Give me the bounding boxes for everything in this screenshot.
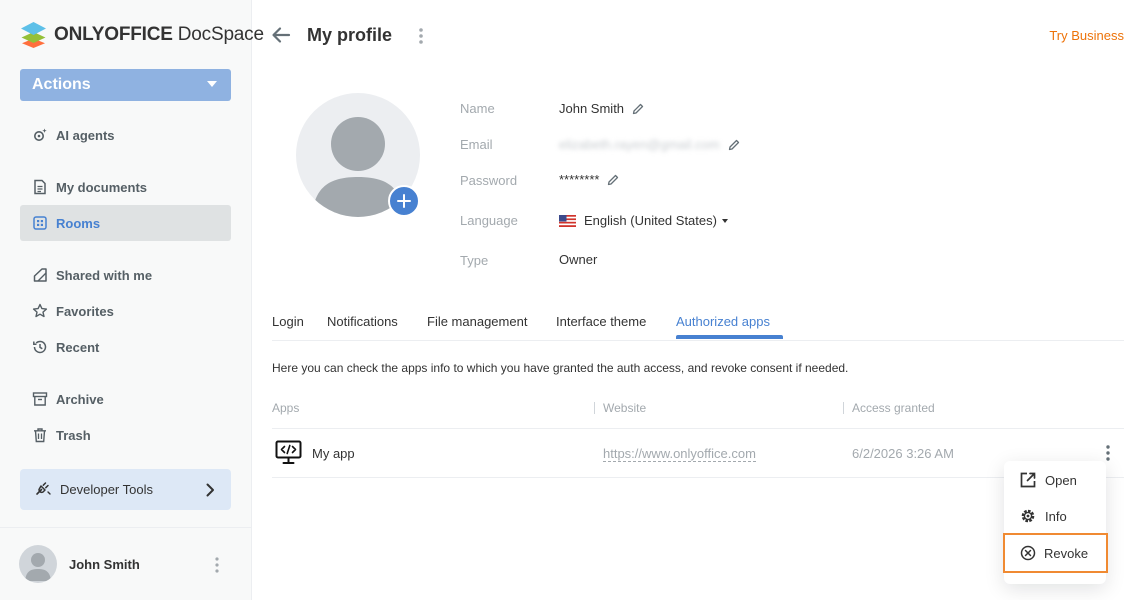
sidebar-item-ai-agents[interactable]: AI agents — [20, 117, 231, 153]
type-value: Owner — [559, 252, 598, 267]
user-menu-dots-icon[interactable] — [215, 557, 219, 576]
sidebar-item-label: AI agents — [56, 127, 115, 143]
rooms-icon — [31, 214, 49, 232]
sidebar-item-label: Rooms — [56, 215, 101, 231]
app-access-granted-date: 6/2/2026 3:26 AM — [852, 446, 954, 461]
revoke-circle-x-icon — [1020, 545, 1036, 561]
edit-name-pencil-icon[interactable] — [632, 103, 644, 115]
developer-tools-icon — [34, 479, 52, 500]
active-tab-indicator — [676, 335, 783, 339]
page-title: My profile — [307, 25, 393, 45]
profile-tabs: Login Notifications File management Inte… — [272, 302, 1124, 341]
type-label: Type — [460, 253, 489, 268]
app-code-monitor-icon — [275, 440, 302, 468]
sidebar-item-recent[interactable]: Recent — [20, 329, 231, 365]
email-field: elizabeth.rayen@gmail.com — [559, 137, 740, 152]
profile-menu-dots-icon[interactable] — [418, 27, 424, 48]
app-logo[interactable]: ONLYOFFICE DocSpace — [20, 22, 264, 48]
name-value: John Smith — [559, 101, 625, 116]
column-divider[interactable] — [594, 402, 595, 414]
ai-agents-icon — [31, 126, 49, 144]
sidebar: ONLYOFFICE DocSpace Actions AI agents My… — [0, 0, 264, 600]
sidebar-item-favorites[interactable]: Favorites — [20, 293, 231, 329]
menu-item-label: Revoke — [1044, 545, 1089, 561]
sidebar-item-label: Shared with me — [56, 267, 153, 283]
sidebar-item-label: Trash — [56, 427, 91, 443]
name-label: Name — [460, 101, 495, 116]
trash-icon — [31, 426, 49, 444]
edit-password-pencil-icon[interactable] — [607, 174, 619, 186]
archive-icon — [31, 390, 49, 408]
app-context-menu: Open Info Revoke — [1003, 461, 1108, 584]
sidebar-item-label: Favorites — [56, 303, 114, 319]
current-user-name: John Smith — [69, 556, 140, 572]
developer-tools-button[interactable]: Developer Tools — [20, 469, 231, 510]
sidebar-item-rooms[interactable]: Rooms — [20, 205, 231, 241]
email-label: Email — [460, 137, 493, 152]
back-arrow-icon[interactable] — [271, 26, 291, 47]
actions-button[interactable]: Actions — [20, 69, 231, 101]
menu-item-label: Info — [1045, 508, 1067, 524]
column-header-apps: Apps — [272, 401, 300, 415]
edit-email-pencil-icon[interactable] — [728, 139, 740, 151]
current-user-panel: John Smith — [0, 527, 251, 600]
password-label: Password — [460, 173, 518, 188]
developer-tools-label: Developer Tools — [60, 482, 153, 497]
document-icon — [31, 178, 49, 196]
tab-notifications[interactable]: Notifications — [327, 314, 398, 329]
name-field: John Smith — [559, 101, 644, 116]
tab-authorized-apps[interactable]: Authorized apps — [676, 314, 770, 329]
language-value: English (United States) — [584, 213, 717, 228]
menu-item-label: Open — [1045, 472, 1077, 488]
language-label: Language — [460, 213, 518, 228]
actions-button-label: Actions — [32, 76, 91, 93]
sidebar-item-label: Recent — [56, 339, 100, 355]
sidebar-item-shared-with-me[interactable]: Shared with me — [20, 257, 231, 293]
menu-item-info[interactable]: Info — [1004, 498, 1106, 534]
sidebar-item-label: Archive — [56, 391, 104, 407]
change-avatar-button[interactable] — [388, 185, 420, 217]
sidebar-item-archive[interactable]: Archive — [20, 381, 231, 417]
sidebar-item-label: My documents — [56, 179, 148, 195]
external-link-icon — [1020, 472, 1036, 488]
onlyoffice-logo-icon — [21, 22, 46, 48]
password-field: ******** — [559, 172, 619, 187]
app-logo-text: ONLYOFFICE DocSpace — [54, 24, 264, 45]
menu-item-open[interactable]: Open — [1004, 462, 1106, 498]
avatar[interactable] — [19, 545, 57, 583]
default-avatar-icon — [25, 553, 51, 581]
language-selector[interactable]: English (United States) — [559, 213, 728, 228]
email-value: elizabeth.rayen@gmail.com — [559, 137, 720, 152]
authorized-apps-description: Here you can check the apps info to whic… — [272, 361, 849, 375]
column-divider[interactable] — [843, 402, 844, 414]
column-header-access-granted: Access granted — [852, 401, 935, 415]
menu-item-revoke[interactable]: Revoke — [1003, 533, 1108, 573]
us-flag-icon — [559, 214, 576, 227]
history-icon — [31, 338, 49, 356]
plus-icon — [397, 194, 411, 208]
tab-login[interactable]: Login — [272, 314, 304, 329]
caret-down-icon — [207, 81, 217, 87]
try-business-link[interactable]: Try Business — [1049, 28, 1124, 43]
column-header-website: Website — [603, 401, 647, 415]
sidebar-item-trash[interactable]: Trash — [20, 417, 231, 453]
sidebar-item-my-documents[interactable]: My documents — [20, 169, 231, 205]
app-website-link[interactable]: https://www.onlyoffice.com — [603, 446, 756, 462]
shared-icon — [31, 266, 49, 284]
app-name: My app — [312, 446, 355, 461]
star-icon — [31, 302, 49, 320]
caret-down-icon — [721, 218, 728, 223]
tab-file-management[interactable]: File management — [427, 314, 527, 329]
chevron-right-icon — [205, 483, 215, 500]
gear-icon — [1021, 509, 1035, 523]
password-value: ******** — [559, 172, 600, 187]
tab-interface-theme[interactable]: Interface theme — [556, 314, 646, 329]
